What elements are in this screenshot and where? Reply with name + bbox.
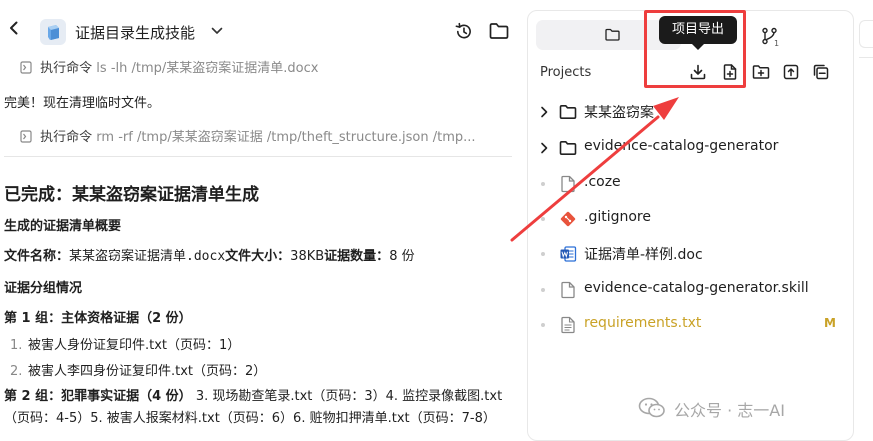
tree-item-label: requirements.txt [584, 315, 702, 331]
watermark-text: 公众号 · 志一AI [674, 401, 785, 420]
tree-item-file-modified[interactable]: requirements.txt M [538, 314, 848, 336]
tree-item-label: .gitignore [584, 209, 651, 225]
tooltip: 项目导出 [659, 16, 737, 44]
folder-icon [605, 28, 620, 41]
text-file-icon [561, 316, 575, 334]
app-cube-icon [40, 19, 66, 45]
chat-header: 证据目录生成技能 [0, 0, 516, 52]
command-label: 执行命令 [40, 61, 93, 76]
evidence-count-value: 8 份 [389, 249, 415, 264]
git-file-icon [560, 211, 576, 227]
git-status-badge: M [824, 316, 836, 330]
group-section-title: 证据分组情况 [4, 281, 83, 296]
tree-item-label: 某某盗窃案 [584, 105, 654, 121]
dot-icon [541, 182, 545, 186]
file-icon [561, 281, 575, 299]
command-log-2[interactable]: 执行命令 rm -rf /tmp/某某盗窃案证据 /tmp/theft_stru… [20, 126, 476, 145]
group1-title: 第 1 组：主体资格证据（2 份） [4, 311, 192, 326]
chevron-right-icon[interactable] [540, 106, 548, 118]
chevron-left-icon[interactable] [6, 20, 22, 36]
tree-item-file[interactable]: 证据清单-样例.doc [538, 243, 848, 265]
tree-item-label: evidence-catalog-generator.skill [584, 280, 809, 296]
page-title: 证据目录生成技能 [75, 24, 196, 42]
terminal-icon [20, 130, 32, 143]
list-text: 被害人李四身份证复印件.txt（页码：2） [28, 364, 267, 379]
projects-label: Projects [540, 65, 592, 80]
group2-paragraph: 第 2 组：犯罪事实证据（4 份） 3. 现场勘查笔录.txt（页码：3）4. … [4, 386, 509, 430]
tree-item-file[interactable]: .coze [538, 173, 848, 195]
list-text: 被害人身份证复印件.txt（页码：1） [28, 338, 241, 353]
folder-icon[interactable] [489, 22, 509, 40]
evidence-count-label: 证据数量： [324, 249, 390, 264]
file-name-value: 某某盗窃案证据清单.docx [69, 249, 226, 264]
terminal-icon [20, 61, 32, 74]
list-item: 2. 被害人李四身份证复印件.txt（页码：2） [10, 360, 266, 379]
tree-item-file[interactable]: .gitignore [538, 208, 848, 230]
tree-item-label: .coze [584, 174, 621, 190]
dot-icon [541, 217, 545, 221]
file-size-value: 38KB [290, 249, 325, 264]
word-file-icon [560, 246, 577, 262]
list-item: 1. 被害人身份证复印件.txt（页码：1） [10, 334, 240, 353]
history-icon[interactable] [454, 22, 473, 41]
command-log-1[interactable]: 执行命令 ls -lh /tmp/某某盗窃案证据清单.docx [20, 57, 318, 76]
chat-pane: 证据目录生成技能 执行命令 ls -lh /tmp/某某盗窃案证据清单.docx… [0, 0, 516, 441]
tree-item-label: 证据清单-样例.doc [584, 247, 703, 263]
list-number: 2. [10, 364, 23, 379]
tree-item-folder[interactable]: 某某盗窃案 [538, 101, 848, 123]
assistant-message: 完美！现在清理临时文件。 [4, 96, 161, 111]
file-size-label: 文件大小： [225, 249, 291, 264]
chevron-right-icon[interactable] [540, 142, 548, 154]
list-number: 1. [10, 338, 23, 353]
folder-icon [559, 105, 577, 119]
wechat-icon [638, 397, 665, 418]
tree-item-label: evidence-catalog-generator [584, 138, 779, 154]
collapse-all-icon[interactable] [812, 63, 830, 81]
tooltip-arrow [691, 43, 705, 50]
tree-item-file[interactable]: evidence-catalog-generator.skill [538, 279, 848, 301]
dot-icon [541, 288, 545, 292]
tree-item-folder[interactable]: evidence-catalog-generator [538, 137, 848, 159]
file-summary-line: 文件名称：某某盗窃案证据清单.docx文件大小：38KB证据数量：8 份 [4, 245, 415, 264]
chevron-down-icon[interactable] [211, 26, 223, 36]
divider [859, 57, 873, 58]
git-badge: 1 [774, 39, 780, 48]
file-name-label: 文件名称： [4, 249, 70, 264]
upload-icon[interactable] [782, 63, 800, 81]
result-heading: 已完成：某某盗窃案证据清单生成 [4, 185, 259, 205]
dot-icon [541, 323, 545, 327]
folder-icon [559, 141, 577, 155]
group2-title: 第 2 组：犯罪事实证据（4 份） [4, 389, 192, 404]
divider [4, 156, 512, 157]
command-label: 执行命令 [40, 130, 93, 145]
command-args: ls -lh /tmp/某某盗窃案证据清单.docx [96, 61, 319, 76]
dot-icon [541, 252, 545, 256]
summary-title: 生成的证据清单概要 [4, 219, 122, 234]
new-folder-icon[interactable] [752, 63, 770, 81]
side-panel-edge [859, 20, 873, 48]
file-icon [561, 175, 575, 193]
command-args: rm -rf /tmp/某某盗窃案证据 /tmp/theft_structure… [96, 130, 476, 145]
